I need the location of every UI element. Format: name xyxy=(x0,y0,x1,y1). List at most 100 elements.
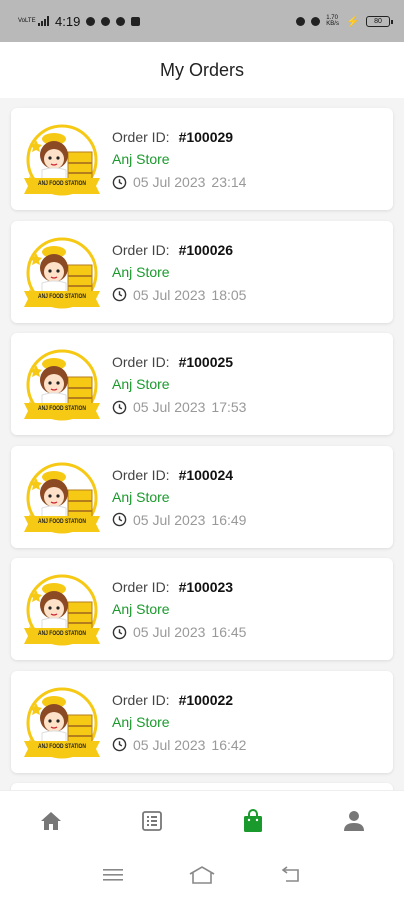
menu-icon[interactable] xyxy=(102,867,124,883)
eye-icon xyxy=(311,16,321,26)
notification-icon xyxy=(131,16,141,26)
app-header: My Orders xyxy=(0,42,404,98)
order-id-row: Order ID: #100026 xyxy=(112,241,246,259)
nav-orders-list[interactable] xyxy=(122,799,182,843)
order-id-label: Order ID: xyxy=(112,466,170,483)
order-date: 05 Jul 2023 xyxy=(133,511,206,528)
store-name: Anj Store xyxy=(112,151,170,167)
order-card-partial[interactable] xyxy=(11,783,393,790)
messenger-icon xyxy=(101,16,111,26)
order-date-row: 05 Jul 2023 16:45 xyxy=(112,623,246,641)
signal-icon xyxy=(38,16,49,26)
order-id-row: Order ID: #100022 xyxy=(112,691,246,709)
clock-icon xyxy=(112,287,127,302)
order-info: Order ID: #100029 Anj Store 05 Jul 2023 … xyxy=(112,128,246,191)
spotify-icon xyxy=(116,16,126,26)
order-date-row: 05 Jul 2023 16:49 xyxy=(112,511,246,529)
store-name: Anj Store xyxy=(112,263,170,280)
store-name: Anj Store xyxy=(112,376,170,392)
telegram-icon xyxy=(86,16,96,26)
nav-profile[interactable] xyxy=(324,799,384,843)
order-id-value: #100022 xyxy=(178,691,234,708)
order-id-label: Order ID: xyxy=(112,241,170,258)
order-card[interactable]: ANJ FOOD STATION Order ID: #100026 Anj S… xyxy=(11,220,393,323)
order-date: 05 Jul 2023 xyxy=(133,736,206,753)
order-time: 16:49 xyxy=(211,511,247,528)
order-date: 05 Jul 2023 xyxy=(133,624,206,640)
clock-icon xyxy=(112,512,127,527)
order-id-value: #100026 xyxy=(178,241,234,258)
status-bar: VoLTE 4:19 1.70 KB/s ⚡ 80 xyxy=(0,0,404,42)
page-title: My Orders xyxy=(159,59,244,80)
clock-time: 4:19 xyxy=(55,13,81,29)
order-time: 18:05 xyxy=(211,286,247,303)
order-id-row: Order ID: #100029 xyxy=(112,128,246,146)
order-date-row: 05 Jul 2023 17:53 xyxy=(112,398,246,416)
order-date-row: 05 Jul 2023 16:42 xyxy=(112,736,246,754)
order-time: 17:53 xyxy=(211,399,247,415)
store-logo-image: ANJ FOOD STATION xyxy=(24,237,100,308)
shopping-bag-icon xyxy=(243,808,262,832)
order-card[interactable]: ANJ FOOD STATION Order ID: #100022 Anj S… xyxy=(11,670,393,773)
order-id-row: Order ID: #100024 xyxy=(112,466,246,484)
system-nav-bar xyxy=(0,850,404,900)
back-icon[interactable] xyxy=(280,866,302,884)
status-bar-left: VoLTE 4:19 xyxy=(18,13,141,29)
store-logo-image: ANJ FOOD STATION xyxy=(24,687,100,758)
order-card[interactable]: ANJ FOOD STATION Order ID: #100029 Anj S… xyxy=(11,108,393,210)
alarm-icon xyxy=(296,16,306,26)
battery-level: 80 xyxy=(374,17,382,25)
order-time: 16:45 xyxy=(211,624,247,640)
store-name: Anj Store xyxy=(112,488,170,505)
bottom-nav xyxy=(0,790,404,850)
order-date: 05 Jul 2023 xyxy=(133,286,206,303)
store-name: Anj Store xyxy=(112,601,170,617)
order-id-label: Order ID: xyxy=(112,691,170,708)
order-date: 05 Jul 2023 xyxy=(133,399,206,415)
list-icon xyxy=(141,810,162,831)
order-id-label: Order ID: xyxy=(112,354,170,370)
order-id-row: Order ID: #100025 xyxy=(112,353,246,371)
logo-text: ANJ FOOD STATION xyxy=(38,181,86,187)
store-logo-image: ANJ FOOD STATION xyxy=(24,574,100,646)
order-time: 16:42 xyxy=(211,736,247,753)
status-bar-right: 1.70 KB/s ⚡ 80 xyxy=(296,15,393,28)
logo-text: ANJ FOOD STATION xyxy=(38,406,86,412)
battery-icon: 80 xyxy=(366,15,393,27)
home-icon xyxy=(40,811,61,830)
order-id-value: #100025 xyxy=(178,354,234,370)
network-speed: 1.70 KB/s xyxy=(326,15,339,27)
nav-home[interactable] xyxy=(21,799,81,843)
order-id-row: Order ID: #100023 xyxy=(112,578,246,596)
store-name: Anj Store xyxy=(112,713,170,730)
order-card[interactable]: ANJ FOOD STATION Order ID: #100024 Anj S… xyxy=(11,445,393,548)
clock-icon xyxy=(112,737,127,752)
logo-text: ANJ FOOD STATION xyxy=(38,519,86,525)
order-time: 23:14 xyxy=(211,174,247,190)
home-button-icon[interactable] xyxy=(188,865,216,885)
charging-icon: ⚡ xyxy=(346,15,360,28)
order-date: 05 Jul 2023 xyxy=(133,174,206,190)
order-card[interactable]: ANJ FOOD STATION Order ID: #100025 Anj S… xyxy=(11,333,393,435)
store-logo-image: ANJ FOOD STATION xyxy=(24,124,100,196)
nav-my-orders[interactable] xyxy=(223,799,283,843)
order-id-value: #100024 xyxy=(178,466,234,483)
store-logo-image: ANJ FOOD STATION xyxy=(24,462,100,533)
order-id-value: #100023 xyxy=(178,579,234,595)
order-info: Order ID: #100022 Anj Store 05 Jul 2023 … xyxy=(112,691,246,754)
clock-icon xyxy=(112,175,127,189)
order-info: Order ID: #100025 Anj Store 05 Jul 2023 … xyxy=(112,353,246,416)
order-info: Order ID: #100026 Anj Store 05 Jul 2023 … xyxy=(112,241,246,304)
store-logo-image: ANJ FOOD STATION xyxy=(24,349,100,421)
order-id-value: #100029 xyxy=(178,129,234,145)
network-type-label: VoLTE xyxy=(18,18,36,24)
clock-icon xyxy=(112,625,127,639)
order-info: Order ID: #100024 Anj Store 05 Jul 2023 … xyxy=(112,466,246,529)
order-id-label: Order ID: xyxy=(112,579,170,595)
order-list[interactable]: ANJ FOOD STATION Order ID: #100029 Anj S… xyxy=(0,98,404,790)
order-date-row: 05 Jul 2023 18:05 xyxy=(112,286,246,304)
order-id-label: Order ID: xyxy=(112,129,170,145)
order-card[interactable]: ANJ FOOD STATION Order ID: #100023 Anj S… xyxy=(11,558,393,660)
logo-text: ANJ FOOD STATION xyxy=(38,631,86,637)
logo-text: ANJ FOOD STATION xyxy=(38,744,86,750)
